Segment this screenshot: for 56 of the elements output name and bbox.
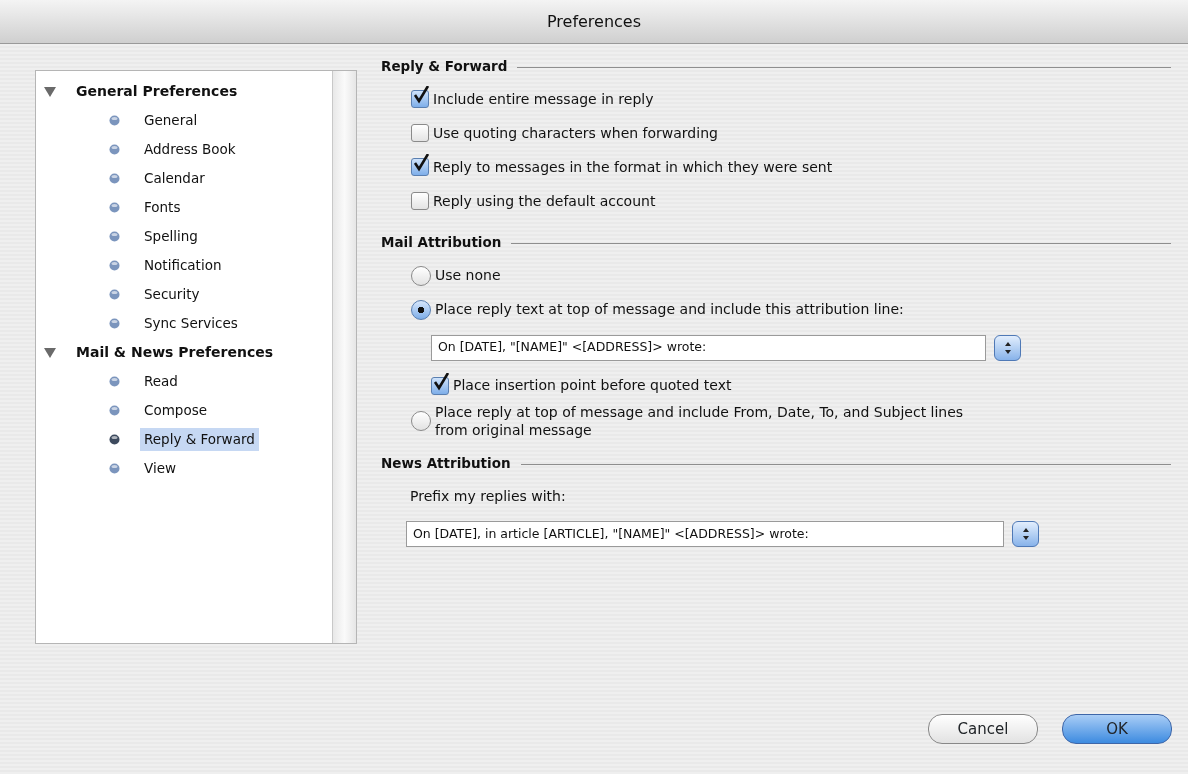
- bullet-icon: [109, 289, 120, 300]
- sidebar-item[interactable]: Compose: [140, 399, 211, 422]
- window-title: Preferences: [546, 10, 642, 33]
- dropdown-field[interactable]: On [DATE], in article [ARTICLE], "[NAME]" <[ADDRESS]> wrote:: [406, 521, 1004, 548]
- checkbox-label: Place insertion point before quoted text: [453, 376, 732, 395]
- sidebar-item[interactable]: Notification: [140, 254, 226, 277]
- bullet-icon: [109, 260, 120, 271]
- sidebar-item[interactable]: Fonts: [140, 196, 185, 219]
- sidebar-item[interactable]: Spelling: [140, 225, 202, 248]
- checkbox-label: Include entire message in reply: [433, 90, 654, 109]
- stepper-button[interactable]: [1012, 521, 1039, 548]
- bullet-icon: [109, 115, 120, 126]
- bullet-icon: [109, 202, 120, 213]
- checkbox[interactable]: [431, 376, 449, 395]
- up-down-arrows-icon: [1003, 340, 1012, 355]
- checkbox-label: Use quoting characters when forwarding: [433, 124, 718, 143]
- sidebar-item[interactable]: Sync Services: [140, 312, 242, 335]
- bullet-icon: [109, 144, 120, 155]
- radio-label: Place reply at top of message and include From, Date, To, and Subject lines from original message: [435, 402, 965, 439]
- disclosure-triangle-icon[interactable]: [44, 85, 56, 98]
- bullet-icon: [109, 463, 120, 474]
- checkbox-label: Reply using the default account: [433, 192, 656, 211]
- sidebar-item[interactable]: View: [140, 457, 181, 480]
- checkbox[interactable]: [411, 124, 429, 143]
- disclosure-triangle-icon[interactable]: [44, 346, 56, 359]
- cancel-button[interactable]: Cancel: [928, 714, 1038, 744]
- section-heading: News Attribution: [381, 453, 511, 473]
- checkbox[interactable]: [411, 192, 429, 211]
- checkbox-label: Reply to messages in the format in which they were sent: [433, 158, 833, 177]
- section-heading: Reply & Forward: [381, 57, 508, 76]
- bullet-icon: [109, 434, 120, 445]
- up-down-arrows-icon: [1021, 527, 1030, 542]
- bullet-icon: [109, 231, 120, 242]
- group-heading[interactable]: General Preferences: [76, 81, 238, 102]
- sidebar-item[interactable]: Address Book: [140, 138, 240, 161]
- bullet-icon: [109, 376, 120, 387]
- sidebar-item[interactable]: Read: [140, 370, 182, 393]
- ok-button[interactable]: OK: [1062, 714, 1172, 744]
- radio-label: Place reply text at top of message and include this attribution line:: [435, 300, 904, 319]
- radio-label: Use none: [435, 266, 501, 285]
- sidebar-item[interactable]: Reply & Forward: [140, 428, 259, 451]
- sidebar-item[interactable]: Calendar: [140, 167, 209, 190]
- radio-button[interactable]: [411, 299, 431, 320]
- dropdown-field[interactable]: On [DATE], "[NAME]" <[ADDRESS]> wrote:: [431, 334, 986, 361]
- bullet-icon: [109, 405, 120, 416]
- bullet-icon: [109, 173, 120, 184]
- radio-button[interactable]: [411, 410, 431, 431]
- group-heading[interactable]: Mail & News Preferences: [76, 342, 274, 363]
- sidebar-item[interactable]: Security: [140, 283, 204, 306]
- field-label: Prefix my replies with:: [410, 487, 566, 506]
- section-heading: Mail Attribution: [381, 233, 502, 253]
- bullet-icon: [109, 318, 120, 329]
- checkmark-icon: [432, 372, 450, 393]
- sidebar-item[interactable]: General: [140, 109, 202, 132]
- stepper-button[interactable]: [994, 334, 1021, 361]
- radio-button[interactable]: [411, 265, 431, 286]
